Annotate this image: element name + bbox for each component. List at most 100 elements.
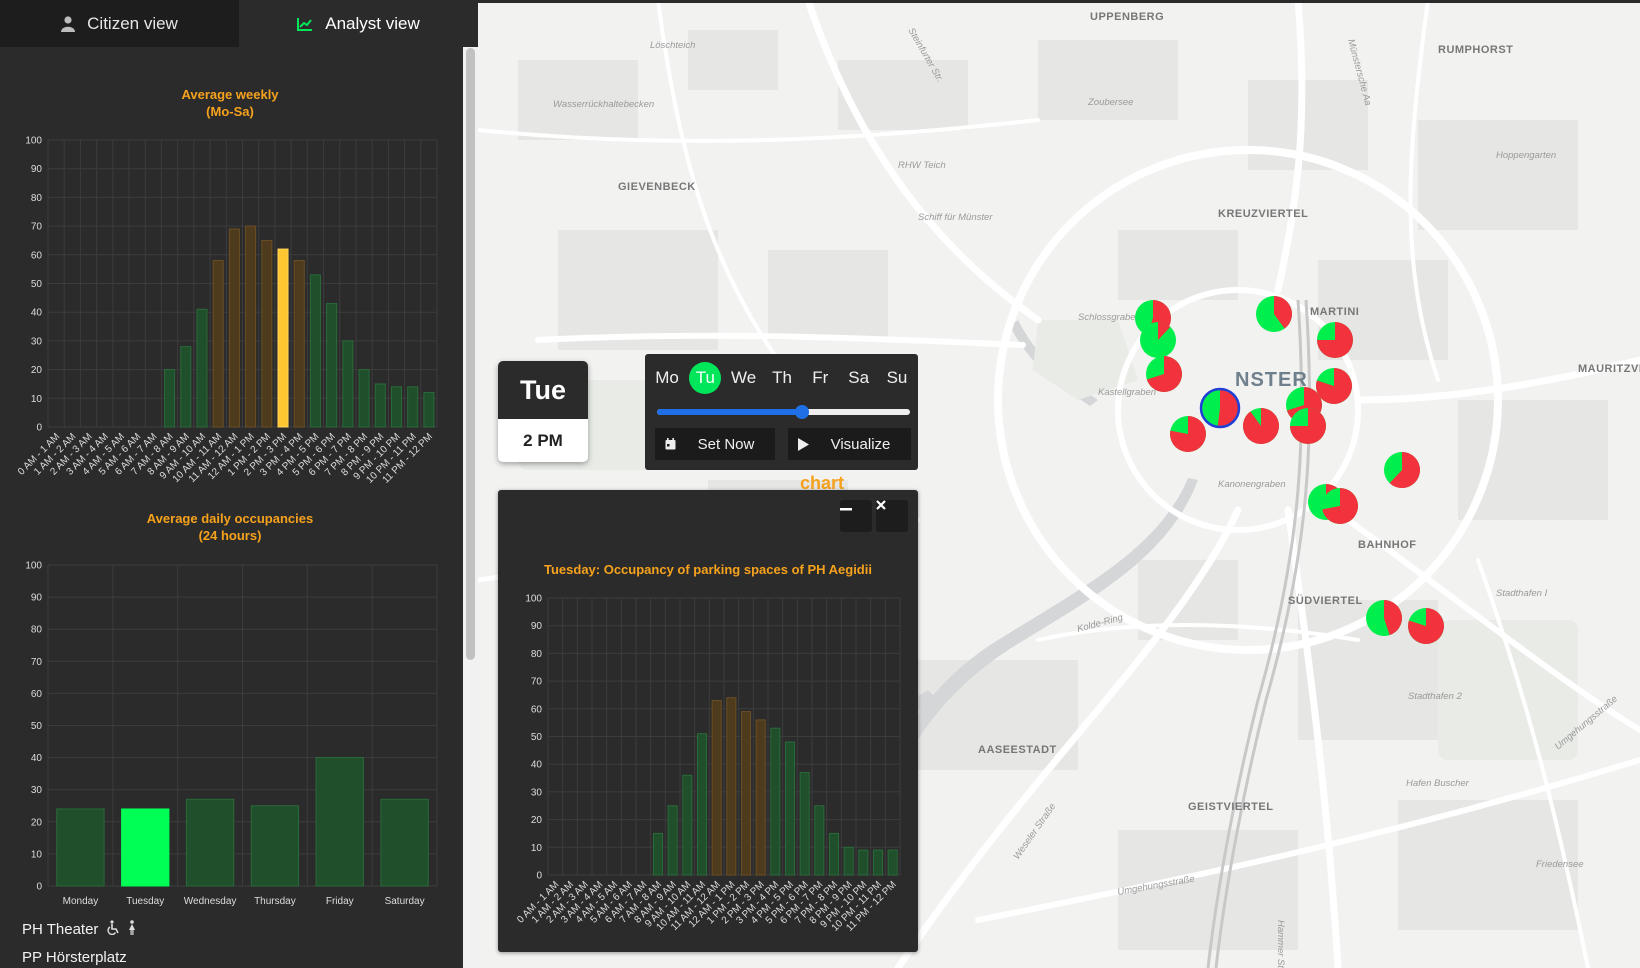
y-tick-label: 60	[31, 250, 43, 261]
y-tick-label: 100	[525, 594, 542, 605]
parking-marker[interactable]	[1322, 488, 1359, 524]
chart-bar	[858, 849, 869, 876]
y-tick-label: 90	[31, 164, 43, 175]
map-label: RUMPHORST	[1438, 44, 1513, 56]
day-button-sa[interactable]: Sa	[843, 362, 875, 394]
time-slider-handle[interactable]	[795, 405, 810, 419]
sidebar-scrollbar-thumb[interactable]	[466, 48, 475, 660]
map-label: Friedensee	[1536, 859, 1584, 870]
map-label: NSTER	[1235, 369, 1308, 391]
day-button-tu[interactable]: Tu	[689, 362, 722, 394]
day-button-mo[interactable]: Mo	[651, 362, 683, 394]
chart-bar	[228, 228, 240, 428]
y-tick-label: 100	[25, 136, 42, 147]
daily-chart-title-line2: (24 hours)	[199, 528, 262, 543]
tab-analyst-view[interactable]: Analyst view	[239, 0, 478, 47]
parking-marker[interactable]	[1170, 416, 1206, 453]
chart-bar	[755, 719, 766, 876]
woman-icon	[128, 919, 136, 939]
close-button[interactable]	[876, 500, 908, 532]
view-tabs: Citizen view Analyst view	[0, 0, 478, 47]
chart-bar	[56, 808, 105, 887]
weekly-chart-title-line1: Average weekly	[181, 87, 279, 102]
map-label: GEISTVIERTEL	[1188, 801, 1273, 813]
visualize-button[interactable]: Visualize	[788, 428, 911, 460]
chart-bar	[390, 386, 403, 428]
chart-bar	[212, 260, 224, 428]
y-tick-label: 90	[531, 621, 543, 632]
day-button-fr[interactable]: Fr	[804, 362, 836, 394]
map-label: RHW Teich	[898, 160, 946, 171]
y-tick-label: 70	[531, 677, 543, 688]
y-tick-label: 40	[31, 308, 43, 319]
popup-occupancy-chart: Tuesday: Occupancy of parking spaces of …	[515, 562, 901, 934]
chart-bar	[740, 711, 752, 876]
parking-marker[interactable]	[1199, 387, 1241, 429]
chart-bar	[277, 248, 289, 428]
map-label: Zoubersee	[1087, 97, 1133, 108]
chart-bar	[887, 849, 898, 876]
y-tick-label: 70	[31, 657, 43, 668]
tab-citizen-view[interactable]: Citizen view	[0, 0, 239, 47]
y-tick-label: 20	[531, 815, 543, 826]
calendar-icon	[655, 438, 685, 450]
chart-bar	[180, 346, 192, 428]
y-tick-label: 30	[31, 785, 43, 796]
chart-bar	[770, 727, 781, 876]
chart-bar	[423, 392, 435, 428]
chart-bar	[814, 805, 825, 876]
y-tick-label: 70	[31, 222, 43, 233]
day-button-we[interactable]: We	[728, 362, 760, 394]
parking-marker[interactable]	[1317, 322, 1353, 358]
map-label: KREUZVIERTEL	[1218, 208, 1308, 220]
chart-bar	[726, 697, 737, 876]
time-slider-fill	[657, 409, 803, 415]
parking-marker[interactable]	[1243, 408, 1279, 444]
popup-chart-title: Tuesday: Occupancy of parking spaces of …	[544, 562, 872, 577]
parking-item-pp-hoersterplatz[interactable]: PP Hörsterplatz	[22, 943, 136, 968]
parking-marker[interactable]	[1256, 296, 1292, 332]
play-icon	[788, 437, 818, 451]
analyst-sidebar: Citizen view Analyst view Average weekly…	[0, 0, 478, 968]
parking-marker[interactable]	[1366, 600, 1402, 636]
parking-marker[interactable]	[1290, 408, 1326, 444]
map-label: Schlossgraben	[1078, 312, 1141, 323]
parking-marker[interactable]	[1146, 356, 1182, 392]
weekly-chart-title-line2: (Mo-Sa)	[206, 104, 254, 119]
map-label: Hammer Straße	[1275, 920, 1286, 968]
chart-bar	[374, 383, 386, 428]
parking-marker[interactable]	[1140, 322, 1176, 358]
parking-marker[interactable]	[1384, 452, 1420, 488]
map-label: Hafen Buscher	[1406, 778, 1470, 789]
chart-bar	[407, 386, 419, 428]
day-button-th[interactable]: Th	[766, 362, 798, 394]
chart-bar	[652, 832, 664, 876]
selected-time: 2 PM	[523, 430, 563, 450]
y-tick-label: 30	[531, 787, 543, 798]
day-button-su[interactable]: Su	[881, 362, 913, 394]
map-label: Stadthafen 2	[1408, 691, 1463, 702]
tab-analyst-label: Analyst view	[325, 13, 420, 33]
map-label: GIEVENBECK	[618, 181, 696, 193]
parking-name: PP Hörsterplatz	[22, 948, 127, 966]
y-tick-label: 60	[31, 689, 43, 700]
parking-marker[interactable]	[1316, 368, 1352, 404]
parking-item-ph-theater[interactable]: PH Theater	[22, 915, 136, 943]
map-label: MARTINI	[1310, 306, 1359, 318]
y-tick-label: 0	[36, 423, 42, 434]
chart-bar	[164, 369, 176, 428]
set-now-label: Set Now	[697, 435, 755, 453]
map-label: UPPENBERG	[1090, 11, 1164, 23]
x-tick-label: Saturday	[385, 896, 425, 907]
map-label: Schiff für Münster	[918, 212, 993, 223]
map-label: Stadthafen I	[1496, 588, 1548, 599]
set-now-button[interactable]: Set Now	[655, 428, 775, 460]
y-tick-label: 10	[531, 843, 543, 854]
map-label: SÜDVIERTEL	[1288, 594, 1363, 607]
time-slider[interactable]	[657, 405, 910, 419]
minimize-button[interactable]	[840, 500, 872, 532]
chart-bar	[380, 798, 429, 887]
chart-bar	[799, 772, 810, 876]
y-tick-label: 0	[36, 882, 42, 893]
parking-marker[interactable]	[1408, 608, 1444, 645]
